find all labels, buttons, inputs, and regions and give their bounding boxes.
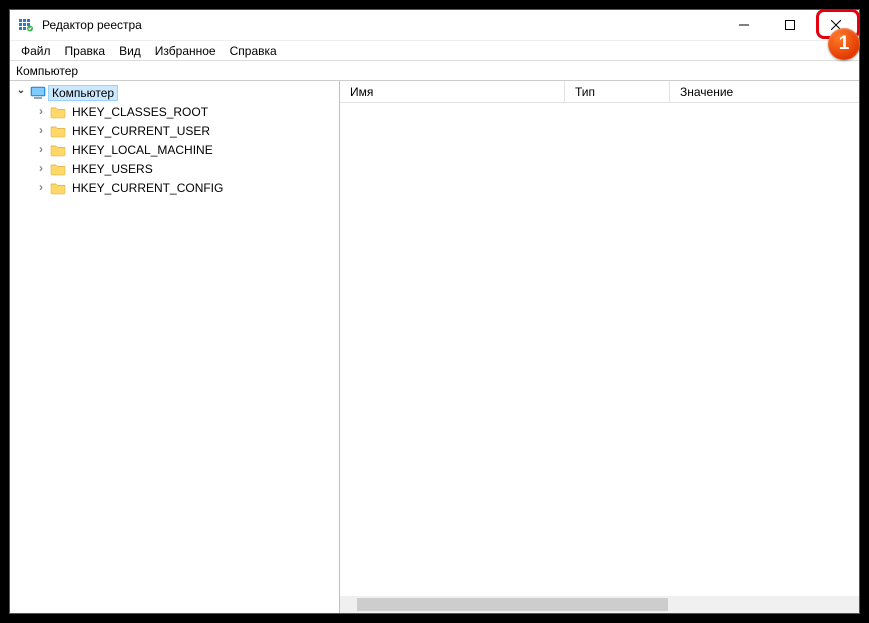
folder-icon <box>50 104 66 120</box>
titlebar[interactable]: Редактор реестра <box>10 10 859 41</box>
expand-collapse-icon[interactable] <box>34 181 48 195</box>
address-text: Компьютер <box>16 64 78 78</box>
column-header[interactable]: Значение <box>670 81 850 102</box>
menu-file[interactable]: Файл <box>14 43 58 59</box>
column-header[interactable]: Имя <box>340 81 565 102</box>
expand-collapse-icon[interactable] <box>34 162 48 176</box>
tree-label: HKEY_CURRENT_USER <box>68 123 214 139</box>
close-button[interactable] <box>813 10 859 40</box>
expand-collapse-icon[interactable] <box>34 124 48 138</box>
menu-favorites[interactable]: Избранное <box>148 43 223 59</box>
tree-label: HKEY_LOCAL_MACHINE <box>68 142 217 158</box>
tree-node-hkey_current_user[interactable]: HKEY_CURRENT_USER <box>30 121 339 140</box>
computer-icon <box>30 85 46 101</box>
expand-collapse-icon[interactable] <box>34 143 48 157</box>
registry-tree[interactable]: Компьютер HKEY_CLASSES_ROOT HKEY_CURRENT_… <box>10 81 340 613</box>
registry-editor-window: Редактор реестра Файл Правка <box>9 9 860 614</box>
screenshot-frame: Редактор реестра Файл Правка <box>0 0 869 623</box>
menubar: Файл Правка Вид Избранное Справка <box>10 41 859 61</box>
folder-icon <box>50 180 66 196</box>
folder-icon <box>50 161 66 177</box>
content-area: Компьютер HKEY_CLASSES_ROOT HKEY_CURRENT_… <box>10 81 859 613</box>
maximize-button[interactable] <box>767 10 813 40</box>
registry-values-list[interactable]: ИмяТипЗначение <box>340 81 859 613</box>
list-header: ИмяТипЗначение <box>340 81 859 103</box>
tree-label: Компьютер <box>48 85 118 101</box>
regedit-app-icon <box>18 17 34 33</box>
tree-node-hkey_current_config[interactable]: HKEY_CURRENT_CONFIG <box>30 178 339 197</box>
folder-icon <box>50 123 66 139</box>
minimize-button[interactable] <box>721 10 767 40</box>
expand-collapse-icon[interactable] <box>14 87 28 98</box>
window-controls <box>721 10 859 40</box>
menu-help[interactable]: Справка <box>223 43 284 59</box>
list-body[interactable] <box>340 103 859 613</box>
horizontal-scrollbar[interactable] <box>340 596 859 613</box>
tree-label: HKEY_CLASSES_ROOT <box>68 104 212 120</box>
expand-collapse-icon[interactable] <box>34 105 48 119</box>
folder-icon <box>50 142 66 158</box>
tree-node-hkey_users[interactable]: HKEY_USERS <box>30 159 339 178</box>
tree-node-hkey_classes_root[interactable]: HKEY_CLASSES_ROOT <box>30 102 339 121</box>
window-title: Редактор реестра <box>42 18 721 32</box>
tree-node-hkey_local_machine[interactable]: HKEY_LOCAL_MACHINE <box>30 140 339 159</box>
scrollbar-thumb[interactable] <box>357 598 668 611</box>
tree-node-computer[interactable]: Компьютер <box>10 83 339 102</box>
column-header[interactable]: Тип <box>565 81 670 102</box>
tree-label: HKEY_CURRENT_CONFIG <box>68 180 227 196</box>
address-bar[interactable]: Компьютер <box>10 61 859 81</box>
menu-view[interactable]: Вид <box>112 43 148 59</box>
tree-label: HKEY_USERS <box>68 161 157 177</box>
menu-edit[interactable]: Правка <box>58 43 113 59</box>
